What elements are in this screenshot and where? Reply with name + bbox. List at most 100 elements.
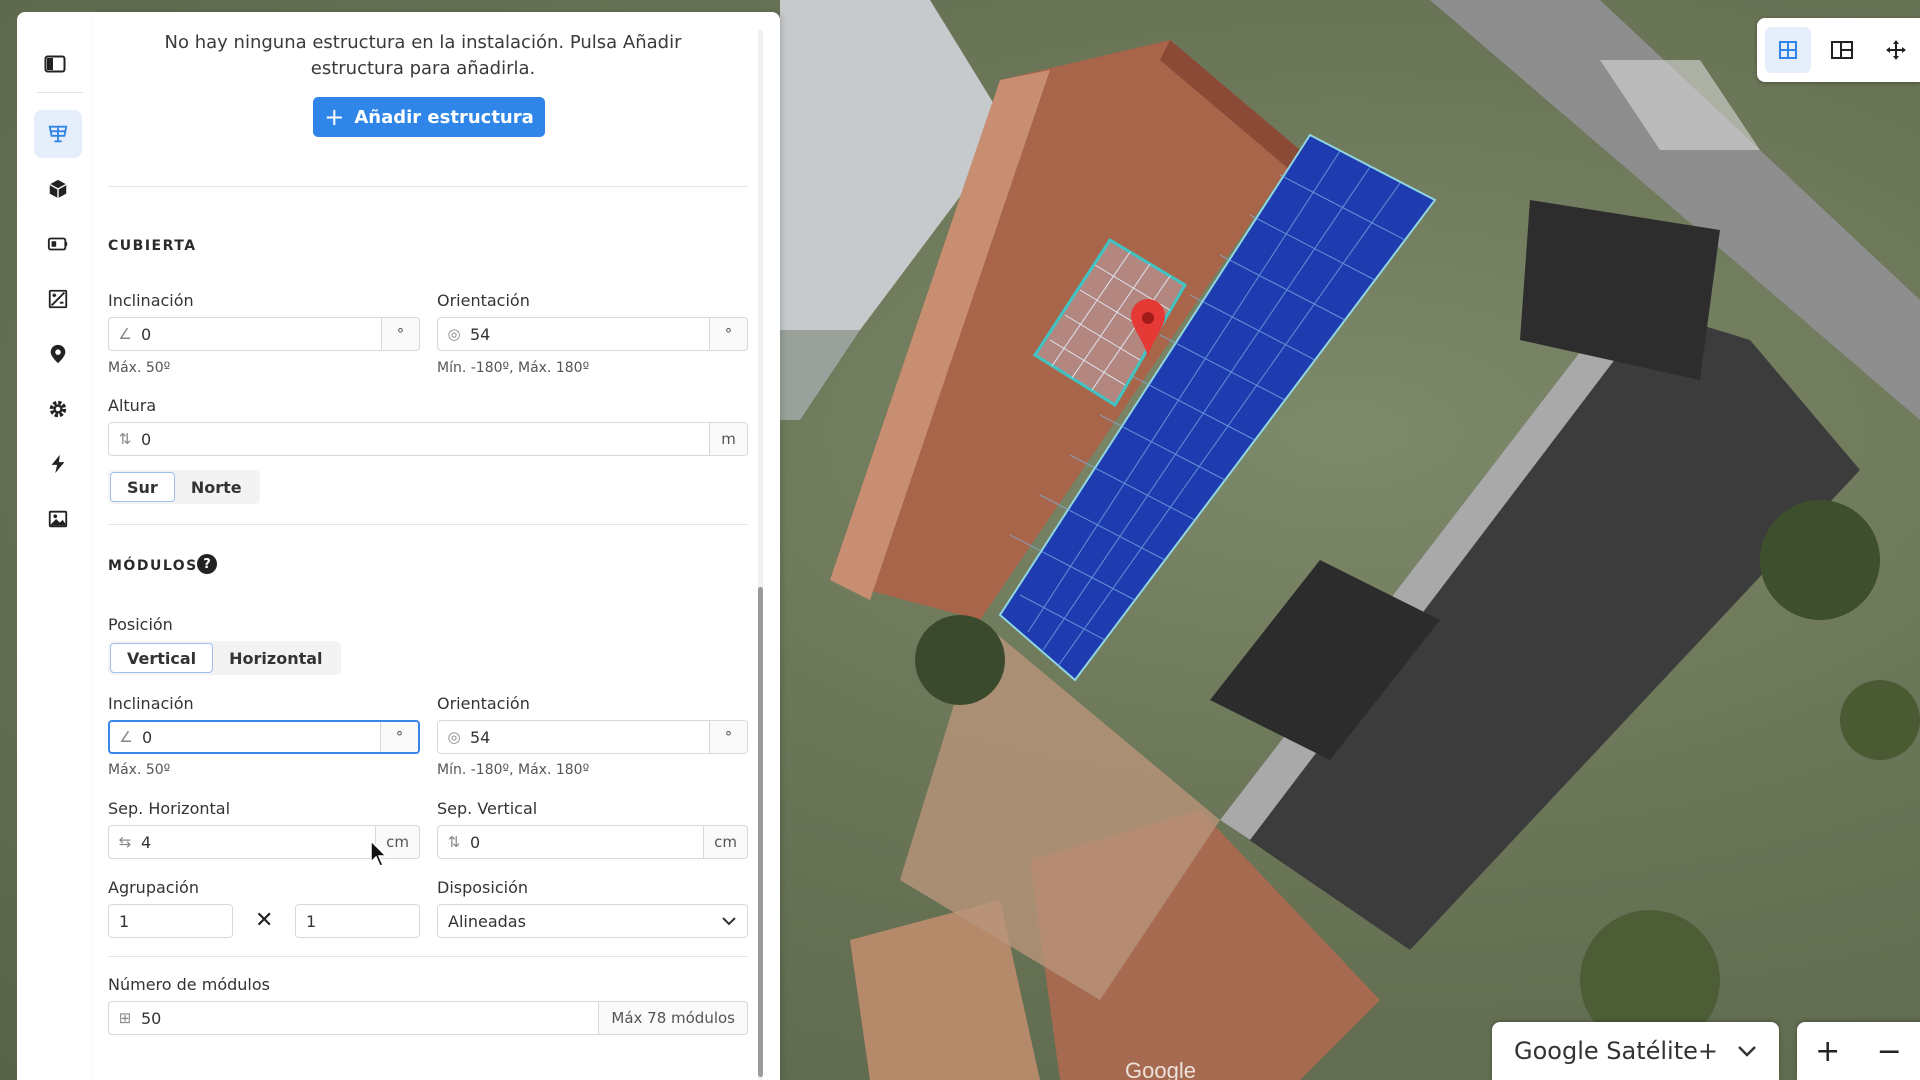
sep-horizontal-label: Sep. Horizontal: [108, 799, 231, 818]
roof-inclination-hint: Máx. 50º: [108, 360, 171, 376]
height-label: Altura: [108, 396, 157, 415]
module-count-value[interactable]: 50: [141, 1002, 598, 1034]
zoom-out-button[interactable]: −: [1864, 1034, 1914, 1069]
grouping-label: Agrupación: [108, 878, 199, 897]
vertical-option[interactable]: Vertical: [110, 643, 214, 673]
lightning-icon: [51, 454, 65, 474]
module-orientation-value[interactable]: 54: [470, 721, 709, 753]
vertical-arrows-icon: ⇅: [447, 833, 461, 851]
sidebar-item-battery[interactable]: [34, 220, 82, 268]
module-inclination-field[interactable]: ∠ 0 °: [108, 720, 420, 754]
roof-inclination-label: Inclinación: [108, 291, 194, 310]
sur-option[interactable]: Sur: [110, 472, 175, 502]
horizontal-arrows-icon: ⇆: [118, 833, 132, 851]
sep-vertical-value[interactable]: 0: [470, 826, 703, 858]
divider: [108, 524, 748, 525]
horizontal-option[interactable]: Horizontal: [213, 643, 338, 673]
meter-unit: m: [709, 423, 747, 455]
module-inclination-value[interactable]: 0: [142, 722, 380, 752]
sidebar-item-settings[interactable]: [34, 385, 82, 433]
norte-option[interactable]: Norte: [175, 472, 258, 502]
roof-orientation-field[interactable]: ◎ 54 °: [437, 317, 748, 351]
grouping-cols-value[interactable]: 1: [296, 905, 419, 937]
degree-unit: °: [709, 318, 747, 350]
roof-inclination-field[interactable]: ∠ 0 °: [108, 317, 420, 351]
location-pin-icon: [50, 344, 66, 364]
gear-icon: [49, 400, 67, 418]
add-structure-label: Añadir estructura: [354, 106, 534, 128]
map-layer-select[interactable]: Google Satélite+: [1492, 1022, 1779, 1080]
degree-unit: °: [381, 318, 419, 350]
module-inclination-label: Inclinación: [108, 694, 194, 713]
divider: [108, 956, 748, 957]
toggle-sidebar-button[interactable]: [17, 50, 93, 78]
divider: [108, 186, 748, 187]
move-icon: [1886, 40, 1906, 60]
module-count-label: Número de módulos: [108, 975, 270, 994]
chevron-down-icon: [722, 917, 736, 926]
module-orientation-label: Orientación: [437, 694, 530, 713]
section-title-modulos: MÓDULOS: [108, 558, 198, 574]
cm-unit: cm: [703, 826, 747, 858]
solar-panel-icon: [48, 125, 68, 143]
roof-orientation-hint: Mín. -180º, Máx. 180º: [437, 360, 590, 376]
sidebar-item-panels[interactable]: [34, 110, 82, 158]
sidebar-item-structures[interactable]: [34, 165, 82, 213]
grouping-rows-field[interactable]: 1: [108, 904, 233, 938]
mouse-cursor-icon: [370, 840, 388, 867]
sidebar-toggle-icon: [44, 55, 66, 73]
sep-horizontal-value[interactable]: 4: [141, 826, 375, 858]
degree-unit: °: [709, 721, 747, 753]
roof-orientation-value[interactable]: 54: [470, 318, 709, 350]
help-icon[interactable]: ?: [197, 554, 217, 574]
sidebar-item-images[interactable]: [34, 495, 82, 543]
module-orientation-hint: Mín. -180º, Máx. 180º: [437, 762, 590, 778]
structure-panel: No hay ninguna estructura en la instalac…: [93, 12, 780, 1080]
sidebar-item-electrical[interactable]: [34, 440, 82, 488]
grouping-rows-value[interactable]: 1: [109, 905, 232, 937]
zoom-in-button[interactable]: +: [1803, 1034, 1853, 1069]
scrollbar-thumb[interactable]: [758, 587, 763, 1077]
calculator-icon: [48, 289, 68, 309]
angle-icon: ∠: [118, 325, 132, 343]
section-title-cubierta: CUBIERTA: [108, 238, 197, 254]
disposition-label: Disposición: [437, 878, 528, 897]
sidebar-item-location[interactable]: [34, 330, 82, 378]
sidebar-divider: [37, 92, 83, 93]
height-value[interactable]: 0: [141, 423, 709, 455]
layout-icon: [1831, 41, 1853, 59]
layout-button[interactable]: [1819, 27, 1865, 73]
disposition-select[interactable]: Alineadas: [437, 904, 748, 938]
move-button[interactable]: [1873, 27, 1919, 73]
hemisphere-toggle: Sur Norte: [108, 470, 260, 504]
zoom-controls: + −: [1797, 1022, 1920, 1080]
grid-view-button[interactable]: [1765, 27, 1811, 73]
compass-icon: ◎: [447, 728, 461, 746]
module-count-max: Máx 78 módulos: [598, 1002, 747, 1034]
position-label: Posición: [108, 615, 173, 634]
grid-view-icon: [1779, 41, 1797, 59]
sep-vertical-label: Sep. Vertical: [437, 799, 538, 818]
add-structure-button[interactable]: + Añadir estructura: [313, 97, 545, 137]
height-field[interactable]: ⇅ 0 m: [108, 422, 748, 456]
position-toggle: Vertical Horizontal: [108, 641, 341, 675]
sep-vertical-field[interactable]: ⇅ 0 cm: [437, 825, 748, 859]
degree-unit: °: [380, 722, 418, 752]
cube-icon: [49, 179, 67, 199]
svg-text:Google: Google: [1125, 1058, 1196, 1080]
height-arrows-icon: ⇅: [118, 430, 132, 448]
map-layer-label: Google Satélite+: [1514, 1037, 1718, 1065]
sidebar-rail: [17, 12, 93, 1080]
grid-icon: ⊞: [118, 1009, 132, 1027]
chevron-down-icon: [1738, 1046, 1756, 1057]
module-orientation-field[interactable]: ◎ 54 °: [437, 720, 748, 754]
multiply-icon: ✕: [255, 908, 274, 933]
module-count-field[interactable]: ⊞ 50 Máx 78 módulos: [108, 1001, 748, 1035]
image-icon: [48, 510, 68, 528]
roof-orientation-label: Orientación: [437, 291, 530, 310]
battery-icon: [47, 237, 68, 251]
grouping-cols-field[interactable]: 1: [295, 904, 420, 938]
sidebar-item-calculator[interactable]: [34, 275, 82, 323]
roof-inclination-value[interactable]: 0: [141, 318, 381, 350]
map-view-toolbar: [1757, 18, 1920, 82]
